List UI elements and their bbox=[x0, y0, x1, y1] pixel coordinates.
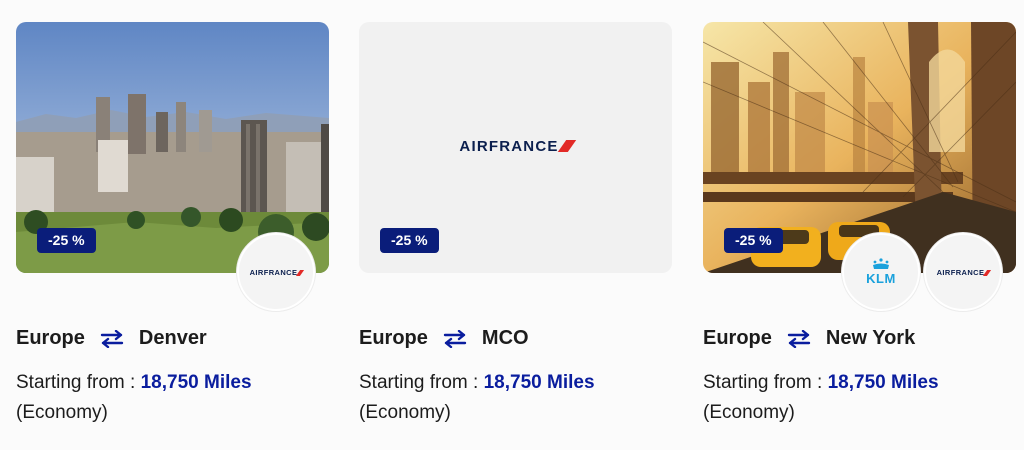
price-prefix: Starting from : bbox=[16, 372, 136, 393]
route-destination: New York bbox=[825, 327, 916, 349]
discount-badge: -25 % bbox=[724, 228, 783, 253]
route-title[interactable]: Europe Denver bbox=[16, 327, 207, 350]
discount-badge: -25 % bbox=[380, 228, 439, 253]
offer-card-denver[interactable]: -25 % AIRFRANCE Europe Denver Starting f… bbox=[16, 22, 329, 423]
price-miles: 18,750 Miles bbox=[483, 372, 595, 393]
swap-arrows-icon bbox=[100, 329, 124, 348]
klm-crown-icon bbox=[872, 258, 889, 269]
price-miles: 18,750 Miles bbox=[827, 372, 939, 393]
price-block: Starting from : 18,750 Miles (Economy) bbox=[359, 368, 595, 428]
route-origin: Europe bbox=[16, 327, 85, 349]
airline-logo-klm: KLM bbox=[842, 233, 920, 311]
cabin-class: (Economy) bbox=[359, 402, 451, 423]
price-prefix: Starting from : bbox=[359, 372, 479, 393]
route-title[interactable]: Europe New York bbox=[703, 327, 915, 350]
airfrance-logo: AIRFRANCE bbox=[359, 138, 672, 156]
route-origin: Europe bbox=[359, 327, 428, 349]
offer-card-mco[interactable]: AIRFRANCE -25 % Europe MCO Starting from… bbox=[359, 22, 672, 423]
offer-card-new-york[interactable]: -25 % KLM AIRFRANCE Europe New York Star… bbox=[703, 22, 1016, 423]
route-destination: MCO bbox=[481, 327, 529, 349]
price-prefix: Starting from : bbox=[703, 372, 823, 393]
route-origin: Europe bbox=[703, 327, 772, 349]
price-block: Starting from : 18,750 Miles (Economy) bbox=[703, 368, 939, 428]
airfrance-logo: AIRFRANCE bbox=[937, 268, 992, 277]
route-title[interactable]: Europe MCO bbox=[359, 327, 529, 350]
cabin-class: (Economy) bbox=[703, 402, 795, 423]
price-block: Starting from : 18,750 Miles (Economy) bbox=[16, 368, 252, 428]
swap-arrows-icon bbox=[443, 329, 467, 348]
swap-arrows-icon bbox=[787, 329, 811, 348]
discount-badge: -25 % bbox=[37, 228, 96, 253]
airline-logo-airfrance: AIRFRANCE bbox=[924, 233, 1002, 311]
offer-image-mco[interactable]: AIRFRANCE -25 % bbox=[359, 22, 672, 273]
airfrance-logo: AIRFRANCE bbox=[250, 268, 305, 277]
cabin-class: (Economy) bbox=[16, 402, 108, 423]
airline-logo-airfrance: AIRFRANCE bbox=[237, 233, 315, 311]
price-miles: 18,750 Miles bbox=[140, 372, 252, 393]
route-destination: Denver bbox=[138, 327, 207, 349]
